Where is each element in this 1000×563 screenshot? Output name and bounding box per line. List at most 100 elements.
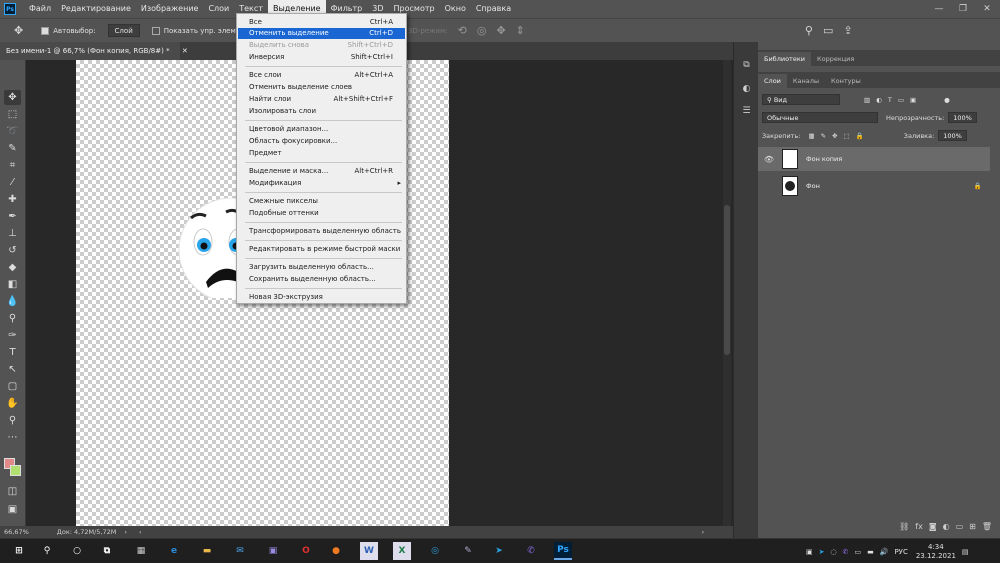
menu-edit[interactable]: Редактирование (56, 0, 136, 18)
filter-adjustment-icon[interactable]: ◐ (876, 96, 882, 104)
history-brush-icon[interactable]: ↺ (4, 243, 21, 258)
close-icon[interactable]: ✕ (976, 0, 998, 18)
trash-icon[interactable]: 🗑 (982, 522, 992, 534)
tray-telegram-icon[interactable]: ➤ (819, 548, 825, 556)
tab-libraries[interactable]: Библиотеки (758, 52, 811, 66)
menu-item-select-and-mask[interactable]: Выделение и маска... Alt+Ctrl+R (238, 166, 405, 177)
quick-mask-icon[interactable]: ◫ (4, 484, 21, 499)
word-icon[interactable]: W (360, 542, 378, 560)
firefox-icon[interactable]: ● (327, 542, 345, 560)
tray-network-icon[interactable]: ▭ (854, 548, 861, 556)
pen-tool-icon[interactable]: ✑ (4, 328, 21, 343)
document-tab[interactable]: Без имени-1 @ 66,7% (Фон копия, RGB/8#) … (0, 42, 188, 60)
menu-item-deselect-layers[interactable]: Отменить выделение слоев (238, 82, 405, 93)
menu-item-modify[interactable]: Модификация ▸ (238, 178, 405, 189)
more-tools-icon[interactable]: ⋯ (4, 430, 21, 445)
screen-mode-icon[interactable]: ▣ (4, 502, 21, 517)
autoselect-checkbox[interactable] (41, 26, 50, 35)
search-icon[interactable]: ⚲ (805, 24, 813, 37)
quick-select-tool-icon[interactable]: ✎ (4, 141, 21, 156)
dodge-tool-icon[interactable]: ⚲ (4, 311, 21, 326)
shape-tool-icon[interactable]: ▢ (4, 379, 21, 394)
marquee-tool-icon[interactable]: ⬚ (4, 107, 21, 122)
hand-tool-icon[interactable]: ✋ (4, 396, 21, 411)
menu-item-find-layers[interactable]: Найти слои Alt+Shift+Ctrl+F (238, 94, 405, 105)
vertical-scrollbar[interactable] (723, 60, 731, 526)
tray-status-icon[interactable]: ◌ (831, 548, 837, 556)
menu-help[interactable]: Справка (471, 0, 516, 18)
autoselect-dropdown[interactable]: Слой (107, 24, 140, 37)
menu-layers[interactable]: Слои (203, 0, 234, 18)
menu-item-deselect[interactable]: Отменить выделение Ctrl+D (238, 28, 405, 39)
filter-smart-icon[interactable]: ▣ (910, 96, 916, 104)
blur-tool-icon[interactable]: 💧 (4, 294, 21, 309)
excel-icon[interactable]: X (393, 542, 411, 560)
3d-slide-icon[interactable]: ⇕ (516, 24, 525, 37)
show-controls-checkbox[interactable] (151, 26, 160, 35)
tab-adjustments[interactable]: Коррекция (811, 52, 860, 66)
healing-tool-icon[interactable]: ✚ (4, 192, 21, 207)
menu-item-isolate-layers[interactable]: Изолировать слои (238, 106, 405, 117)
blend-mode-dropdown[interactable]: Обычные (762, 112, 878, 123)
file-explorer-icon[interactable]: ▬ (198, 542, 216, 560)
adjustments-icon[interactable]: ☰ (740, 104, 753, 117)
photoshop-logo[interactable]: Ps (4, 3, 16, 15)
lock-position-icon[interactable]: ✥ (832, 132, 837, 140)
status-scroll-left-icon[interactable]: ‹ (139, 528, 142, 536)
menu-item-transform-selection[interactable]: Трансформировать выделенную область (238, 226, 405, 237)
photoshop-taskbar-icon[interactable]: Ps (554, 542, 572, 560)
filter-toggle-icon[interactable]: ● (944, 96, 950, 104)
add-mask-icon[interactable]: ◙ (929, 522, 937, 534)
edge-legacy-icon[interactable]: e (165, 542, 183, 560)
zoom-level[interactable]: 66,67% (4, 528, 29, 536)
filter-pixel-icon[interactable]: ▨ (864, 96, 870, 104)
paint-icon[interactable]: ✎ (459, 542, 477, 560)
menu-item-focus-area[interactable]: Область фокусировки... (238, 136, 405, 147)
clock[interactable]: 4:34 23.12.2021 (916, 543, 956, 561)
layer-filter-dropdown[interactable]: ⚲ Вид (762, 94, 840, 105)
mail-icon[interactable]: ✉ (231, 542, 249, 560)
lock-all-icon[interactable]: 🔒 (856, 132, 864, 140)
menu-item-subject[interactable]: Предмет (238, 148, 405, 159)
filter-type-icon[interactable]: T (888, 96, 892, 104)
edge-icon[interactable]: ◎ (426, 542, 444, 560)
libraries-icon[interactable]: ⧉ (740, 58, 753, 71)
layer-name[interactable]: Фон копия (806, 155, 842, 163)
layer-row-background[interactable]: Фон 🔒 (758, 174, 990, 198)
task-view-icon[interactable]: ⧉ (98, 542, 116, 560)
tray-volume-icon[interactable]: 🔊 (880, 548, 889, 556)
menu-item-inverse[interactable]: Инверсия Shift+Ctrl+I (238, 52, 405, 63)
menu-image[interactable]: Изображение (136, 0, 204, 18)
menu-file[interactable]: Файл (24, 0, 56, 18)
3d-orbit-icon[interactable]: ⟲ (458, 24, 467, 37)
menu-item-similar[interactable]: Подобные оттенки (238, 208, 405, 219)
adjustment-layer-icon[interactable]: ◐ (943, 522, 950, 534)
language-indicator[interactable]: РУС (894, 548, 907, 556)
opacity-field[interactable]: 100% (948, 112, 977, 123)
brush-tool-icon[interactable]: ✒ (4, 209, 21, 224)
menu-item-load-selection[interactable]: Загрузить выделенную область... (238, 262, 405, 273)
eyedropper-tool-icon[interactable]: ⁄ (4, 175, 21, 190)
close-tab-icon[interactable]: ✕ (182, 47, 188, 55)
status-menu-arrow-icon[interactable]: › (124, 528, 127, 536)
workspace-icon[interactable]: ▭ (823, 24, 833, 37)
move-tool-icon[interactable]: ✥ (14, 24, 23, 37)
new-group-icon[interactable]: ▭ (956, 522, 964, 534)
menu-item-all-layers[interactable]: Все слои Alt+Ctrl+A (238, 70, 405, 81)
crop-tool-icon[interactable]: ⌗ (4, 158, 21, 173)
new-layer-icon[interactable]: ⊞ (969, 522, 976, 534)
lock-transparent-icon[interactable]: ▦ (808, 132, 814, 140)
path-select-tool-icon[interactable]: ↖ (4, 362, 21, 377)
minimize-icon[interactable]: — (928, 0, 950, 18)
fx-icon[interactable]: fx (915, 522, 923, 534)
lock-image-icon[interactable]: ✎ (821, 132, 826, 140)
status-scroll-right-icon[interactable]: › (702, 528, 705, 536)
eye-icon[interactable]: 👁 (762, 155, 776, 164)
fill-field[interactable]: 100% (938, 130, 967, 141)
notifications-icon[interactable]: ▤ (962, 548, 969, 556)
tray-app-icon[interactable]: ▣ (806, 548, 813, 556)
type-tool-icon[interactable]: T (4, 345, 21, 360)
search-icon[interactable]: ⚲ (38, 542, 56, 560)
zoom-tool-icon[interactable]: ⚲ (4, 413, 21, 428)
3d-pan-icon[interactable]: ✥ (496, 24, 505, 37)
